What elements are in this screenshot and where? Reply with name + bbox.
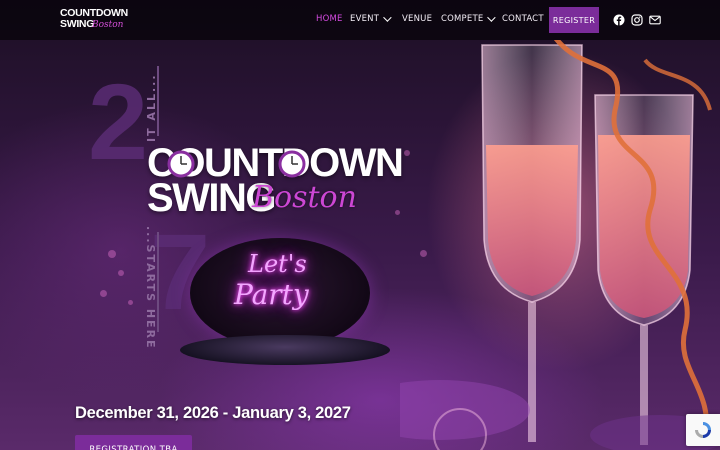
- countdown-number-top: 2: [88, 61, 149, 182]
- nav-event[interactable]: EVENT: [350, 13, 392, 24]
- nav-contact-label: CONTACT: [502, 14, 544, 24]
- register-button[interactable]: REGISTER: [549, 7, 599, 33]
- nav-venue[interactable]: VENUE: [402, 14, 432, 24]
- event-dates: December 31, 2026 - January 3, 2027: [75, 404, 351, 422]
- chevron-down-icon: [383, 13, 392, 22]
- recaptcha-icon: [695, 422, 711, 438]
- hero-background: 2 IT ALL... 7 ...STARTS HERE Let's Party…: [0, 0, 720, 450]
- top-navbar: COUNTDOWN SWING Boston HOME EVENT VENUE …: [0, 0, 720, 40]
- nav-contact[interactable]: CONTACT: [502, 14, 544, 24]
- neon-text-line2: Party: [234, 278, 309, 311]
- registration-tba-button[interactable]: REGISTRATION TBA: [75, 435, 192, 450]
- bokeh-light: [118, 270, 124, 276]
- nav-compete-label: COMPETE: [441, 14, 484, 24]
- countdown-text-top: IT ALL...: [145, 73, 158, 143]
- bokeh-light: [100, 290, 107, 297]
- chevron-down-icon: [487, 13, 497, 22]
- divider-line: [157, 232, 159, 332]
- neon-text-line1: Let's: [248, 250, 307, 278]
- nav-venue-label: VENUE: [402, 14, 433, 24]
- countdown-text-bottom: ...STARTS HERE: [144, 226, 157, 350]
- nav-home[interactable]: HOME: [316, 14, 343, 24]
- neon-sign-base: [180, 335, 390, 365]
- nav-compete[interactable]: COMPETE: [441, 13, 497, 24]
- recaptcha-badge[interactable]: [686, 414, 720, 446]
- mail-icon[interactable]: [649, 14, 661, 26]
- bokeh-light: [128, 300, 133, 305]
- site-logo[interactable]: COUNTDOWN SWING Boston: [60, 8, 130, 34]
- facebook-icon[interactable]: [613, 14, 625, 26]
- clock-icon: [167, 150, 306, 178]
- nav-event-label: EVENT: [350, 14, 380, 24]
- champagne-glasses-image: [400, 40, 720, 450]
- logo-script: Boston: [92, 20, 124, 30]
- bokeh-light: [108, 250, 116, 258]
- nav-home-label: HOME: [316, 14, 343, 24]
- instagram-icon[interactable]: [631, 14, 643, 26]
- hero-logo-script: Boston: [252, 180, 357, 215]
